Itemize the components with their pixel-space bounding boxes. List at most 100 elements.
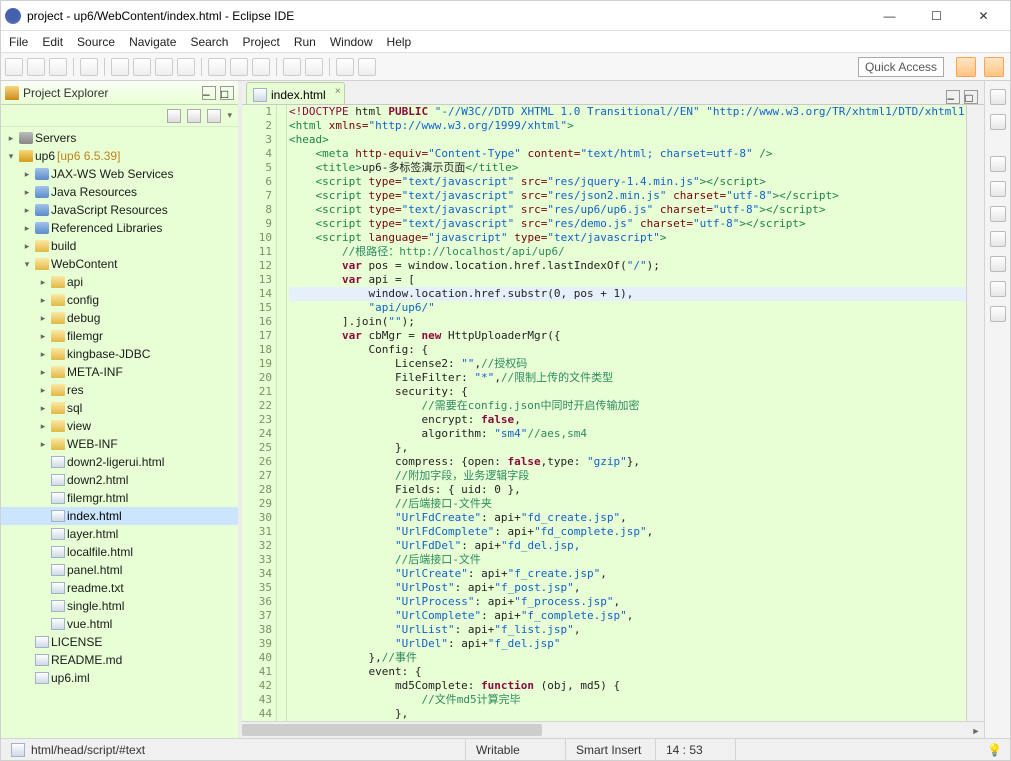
expand-icon[interactable]: ▸ (21, 169, 33, 180)
snippets-icon[interactable] (990, 181, 1006, 197)
expand-icon[interactable]: ▸ (37, 439, 49, 450)
expand-icon[interactable]: ▸ (21, 223, 33, 234)
tree-node[interactable]: ▸Java Resources (1, 183, 238, 201)
editor-tab-index-html[interactable]: index.html × (246, 82, 345, 104)
tree-node[interactable]: ▾WebContent (1, 255, 238, 273)
maximize-editor-icon[interactable]: □ (964, 90, 978, 104)
expand-icon[interactable]: ▸ (5, 133, 17, 144)
collapse-all-icon[interactable] (167, 109, 181, 123)
new-server-button[interactable] (208, 58, 226, 76)
nav-back-button[interactable] (336, 58, 354, 76)
tree-node[interactable]: index.html (1, 507, 238, 525)
expand-icon[interactable]: ▸ (37, 277, 49, 288)
tree-node[interactable]: ▸config (1, 291, 238, 309)
task-list-icon[interactable] (990, 114, 1006, 130)
tree-node[interactable]: layer.html (1, 525, 238, 543)
menu-run[interactable]: Run (294, 35, 316, 49)
save-button[interactable] (27, 58, 45, 76)
tree-node[interactable]: README.md (1, 651, 238, 669)
tree-node[interactable]: ▸JAX-WS Web Services (1, 165, 238, 183)
menu-help[interactable]: Help (387, 35, 412, 49)
tree-node[interactable]: ▾up6 [up6 6.5.39] (1, 147, 238, 165)
tree-node[interactable]: panel.html (1, 561, 238, 579)
build-button[interactable] (80, 58, 98, 76)
search-button[interactable] (283, 58, 301, 76)
tree-node[interactable]: ▸build (1, 237, 238, 255)
coverage-button[interactable] (177, 58, 195, 76)
tree-node[interactable]: localfile.html (1, 543, 238, 561)
scroll-thumb[interactable] (242, 724, 542, 736)
tip-icon[interactable]: 💡 (987, 743, 1010, 757)
menu-window[interactable]: Window (330, 35, 373, 49)
filter-icon[interactable] (207, 109, 221, 123)
outline-view-icon[interactable] (990, 89, 1006, 105)
menu-file[interactable]: File (9, 35, 28, 49)
horizontal-scrollbar[interactable]: ◄ ► (242, 721, 984, 738)
properties-icon[interactable] (990, 231, 1006, 247)
expand-icon[interactable]: ▸ (37, 349, 49, 360)
tree-node[interactable]: down2.html (1, 471, 238, 489)
tree-node[interactable]: up6.iml (1, 669, 238, 687)
tree-node[interactable]: ▸res (1, 381, 238, 399)
nav-forward-button[interactable] (358, 58, 376, 76)
new-package-button[interactable] (252, 58, 270, 76)
fold-bar[interactable] (277, 105, 287, 721)
scroll-right-icon[interactable]: ► (967, 722, 984, 738)
overview-ruler[interactable] (966, 105, 984, 721)
tree-node[interactable]: LICENSE (1, 633, 238, 651)
menu-project[interactable]: Project (242, 35, 279, 49)
project-tree[interactable]: ▸Servers▾up6 [up6 6.5.39]▸JAX-WS Web Ser… (1, 127, 238, 738)
expand-icon[interactable]: ▸ (37, 295, 49, 306)
java-ee-perspective-button[interactable] (984, 57, 1004, 77)
tree-node[interactable]: ▸JavaScript Resources (1, 201, 238, 219)
menu-edit[interactable]: Edit (42, 35, 63, 49)
expand-icon[interactable]: ▸ (37, 421, 49, 432)
tree-node[interactable]: filemgr.html (1, 489, 238, 507)
tree-node[interactable]: ▸kingbase-JDBC (1, 345, 238, 363)
close-button[interactable]: ✕ (961, 2, 1006, 30)
expand-icon[interactable]: ▾ (5, 151, 17, 162)
run-button[interactable] (133, 58, 151, 76)
new-class-button[interactable] (230, 58, 248, 76)
tree-node[interactable]: ▸filemgr (1, 327, 238, 345)
expand-icon[interactable]: ▸ (37, 367, 49, 378)
open-perspective-button[interactable] (956, 57, 976, 77)
quick-access-input[interactable]: Quick Access (858, 57, 944, 77)
tree-node[interactable]: ▸view (1, 417, 238, 435)
maximize-view-icon[interactable]: □ (220, 86, 234, 100)
data-source-icon[interactable] (990, 281, 1006, 297)
new-button[interactable] (5, 58, 23, 76)
project-explorer-tab[interactable]: Project Explorer – □ (1, 81, 238, 105)
tree-node[interactable]: vue.html (1, 615, 238, 633)
run-last-button[interactable] (155, 58, 173, 76)
expand-icon[interactable]: ▸ (37, 331, 49, 342)
save-all-button[interactable] (49, 58, 67, 76)
tree-node[interactable]: ▸META-INF (1, 363, 238, 381)
console-icon[interactable] (990, 306, 1006, 322)
maximize-button[interactable]: ☐ (914, 2, 959, 30)
tree-node[interactable]: down2-ligerui.html (1, 453, 238, 471)
source-code-editor[interactable]: <!DOCTYPE html PUBLIC "-//W3C//DTD XHTML… (287, 105, 984, 721)
link-editor-icon[interactable] (187, 109, 201, 123)
menu-source[interactable]: Source (77, 35, 115, 49)
menu-search[interactable]: Search (190, 35, 228, 49)
tree-node[interactable]: ▸Referenced Libraries (1, 219, 238, 237)
minimize-button[interactable]: — (867, 2, 912, 30)
servers-icon[interactable] (990, 256, 1006, 272)
expand-icon[interactable]: ▸ (21, 205, 33, 216)
annotation-button[interactable] (305, 58, 323, 76)
expand-icon[interactable]: ▸ (21, 241, 33, 252)
expand-icon[interactable]: ▾ (21, 259, 33, 270)
tree-node[interactable]: ▸debug (1, 309, 238, 327)
view-menu-icon[interactable]: ▾ (227, 110, 232, 121)
tree-node[interactable]: single.html (1, 597, 238, 615)
expand-icon[interactable]: ▸ (37, 313, 49, 324)
tree-node[interactable]: ▸Servers (1, 129, 238, 147)
tree-node[interactable]: readme.txt (1, 579, 238, 597)
expand-icon[interactable]: ▸ (37, 403, 49, 414)
close-tab-icon[interactable]: × (335, 86, 341, 97)
tree-node[interactable]: ▸sql (1, 399, 238, 417)
tree-node[interactable]: ▸WEB-INF (1, 435, 238, 453)
minimize-view-icon[interactable]: – (202, 86, 216, 100)
debug-button[interactable] (111, 58, 129, 76)
